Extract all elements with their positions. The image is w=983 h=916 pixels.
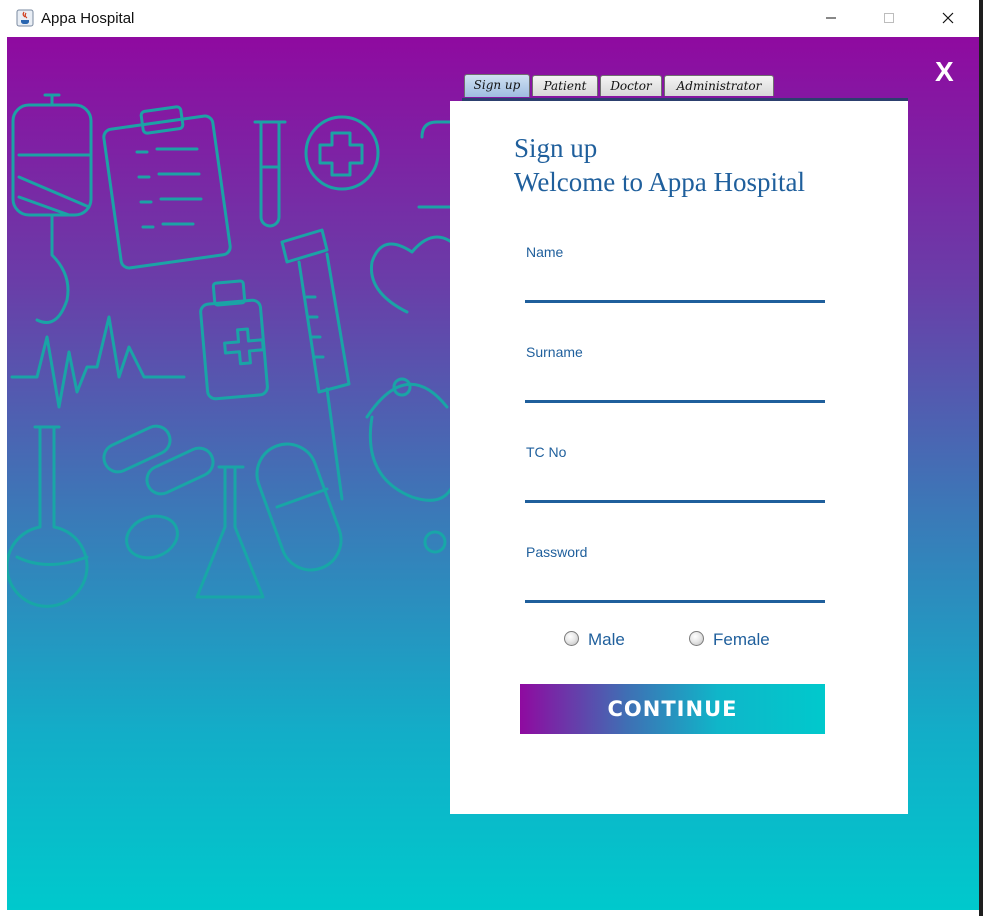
main-content: X Sign up Patient Doctor Administrator S…	[7, 37, 979, 910]
name-input[interactable]	[525, 274, 825, 298]
name-underline	[525, 300, 825, 303]
sign-up-panel: Sign up Welcome to Appa Hospital Name Su…	[450, 101, 908, 814]
close-app-button[interactable]: X	[935, 56, 954, 88]
password-input[interactable]	[525, 574, 825, 598]
tab-administrator[interactable]: Administrator	[664, 75, 774, 96]
form-subheading: Welcome to Appa Hospital	[514, 167, 806, 197]
password-underline	[525, 600, 825, 603]
window-close-button[interactable]	[925, 0, 971, 36]
surname-underline	[525, 400, 825, 403]
tc-no-input[interactable]	[525, 474, 825, 498]
java-app-icon	[16, 9, 34, 27]
male-radio[interactable]	[564, 631, 579, 646]
password-label: Password	[526, 544, 588, 560]
medical-doodles-illustration	[7, 93, 464, 608]
tab-sign-up[interactable]: Sign up	[464, 74, 530, 97]
female-label[interactable]: Female	[713, 630, 770, 650]
minimize-button[interactable]	[808, 0, 854, 36]
tab-doctor[interactable]: Doctor	[600, 75, 662, 96]
app-window: Appa Hospital X Sign up Patient Doctor A…	[0, 0, 983, 916]
name-label: Name	[526, 244, 564, 260]
maximize-button[interactable]	[866, 0, 912, 36]
form-heading: Sign up	[514, 133, 598, 163]
window-title: Appa Hospital	[41, 10, 135, 27]
surname-input[interactable]	[525, 374, 825, 398]
male-label[interactable]: Male	[588, 630, 625, 650]
continue-button[interactable]: CONTINUE	[520, 684, 825, 734]
background-window-edge	[979, 0, 983, 916]
tc-no-label: TC No	[526, 444, 567, 460]
surname-label: Surname	[526, 344, 583, 360]
tc-no-underline	[525, 500, 825, 503]
tab-patient[interactable]: Patient	[532, 75, 598, 96]
title-bar[interactable]: Appa Hospital	[0, 0, 983, 36]
female-radio[interactable]	[689, 631, 704, 646]
